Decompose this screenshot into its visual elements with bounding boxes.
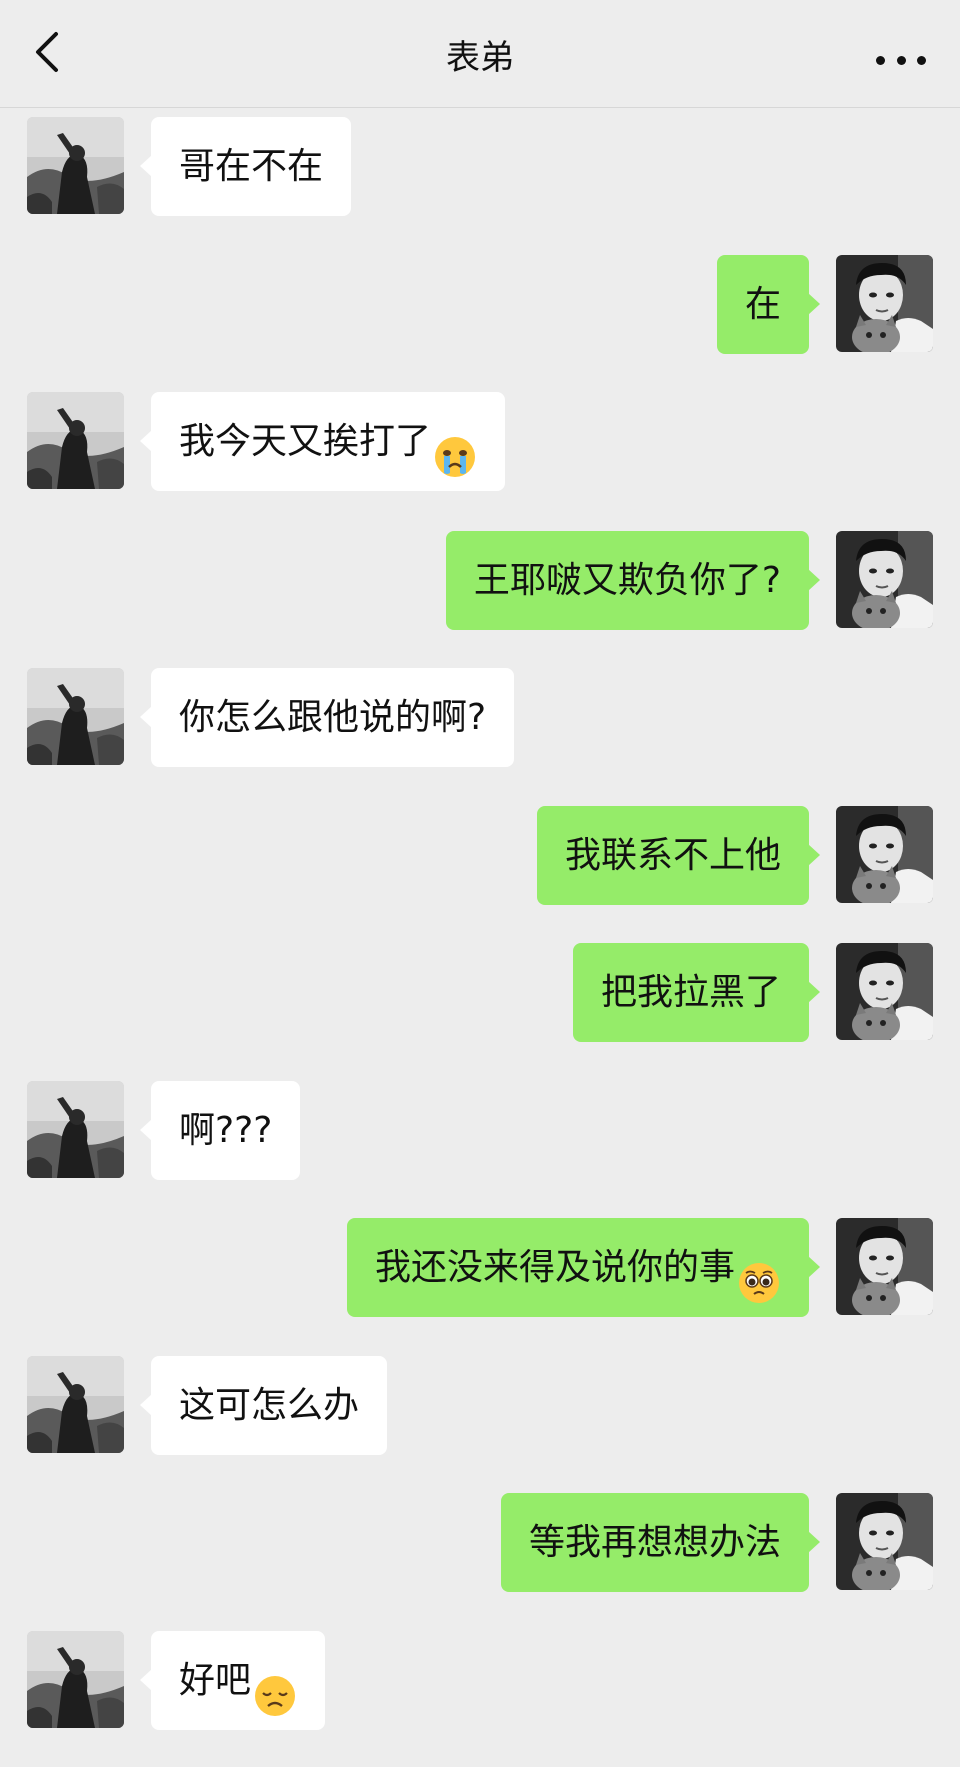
my-avatar[interactable] [836,1493,933,1590]
message-bubble[interactable]: 等我再想想办法 [500,1493,821,1592]
message-text: 王耶啵又欺负你了? [473,560,781,601]
my-avatar[interactable] [836,943,933,1040]
more-dot [917,55,926,65]
message-text: 我联系不上他 [564,835,781,876]
message-bubble[interactable]: 把我拉黑了 [572,943,821,1042]
more-dot [876,55,885,65]
message-bubble[interactable]: 我联系不上他 [536,806,821,905]
message-text: 等我再想想办法 [528,1522,781,1563]
contact-avatar[interactable] [27,392,124,489]
chat-header: 表弟 [0,0,960,108]
message-bubble[interactable]: 哥在不在 [139,117,352,216]
contact-avatar[interactable] [27,668,124,765]
contact-avatar[interactable] [27,1631,124,1728]
message-text: 我还没来得及说你的事 [374,1247,735,1288]
message-text: 你怎么跟他说的啊? [179,697,487,738]
message-text: 把我拉黑了 [600,972,781,1013]
my-avatar[interactable] [836,1218,933,1315]
message-bubble[interactable]: 啊??? [139,1081,301,1180]
contact-avatar[interactable] [27,1356,124,1453]
message-text: 好吧 [179,1660,252,1701]
my-avatar[interactable] [836,806,933,903]
my-avatar[interactable] [836,255,933,352]
more-dot [896,55,906,65]
crying-face-icon [433,418,477,462]
message-bubble[interactable]: 在 [716,255,821,354]
chat-title: 表弟 [446,38,514,78]
chat-screen: 表弟 哥在不在在我今天又挨打了王耶啵又欺负你了? 你怎么跟他说的啊? 我联系不上他把… [0,0,960,1767]
pleading-face-icon [737,1244,781,1288]
message-text: 哥在不在 [179,146,324,187]
message-bubble[interactable]: 好吧 [139,1631,326,1730]
contact-avatar[interactable] [27,1081,124,1178]
contact-avatar[interactable] [27,117,124,214]
message-text: 啊??? [179,1110,273,1151]
more-button[interactable] [876,40,926,80]
message-bubble[interactable]: 你怎么跟他说的啊? [139,668,515,767]
message-text: 在 [744,284,781,325]
disappointed-face-icon [253,1657,297,1701]
my-avatar[interactable] [836,531,933,628]
message-bubble[interactable]: 我还没来得及说你的事 [346,1218,821,1317]
message-bubble[interactable]: 我今天又挨打了 [139,392,506,491]
message-text: 这可怎么办 [179,1385,360,1426]
message-text: 我今天又挨打了 [179,421,432,462]
message-bubble[interactable]: 这可怎么办 [139,1356,388,1455]
message-bubble[interactable]: 王耶啵又欺负你了? [445,531,821,630]
